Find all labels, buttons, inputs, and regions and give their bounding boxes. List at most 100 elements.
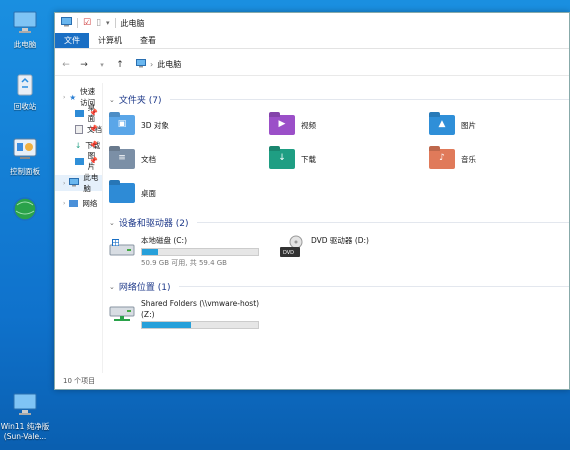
chevron-down-icon[interactable]: ▾ bbox=[106, 19, 110, 27]
monitor-icon bbox=[136, 59, 146, 70]
usage-bar bbox=[141, 248, 259, 256]
recycle-bin-icon bbox=[11, 70, 39, 98]
nav-item-desktop[interactable]: 桌面 📌 bbox=[55, 103, 102, 123]
desktop-label-line2: (Sun-Vale... bbox=[3, 432, 47, 441]
folder-videos[interactable]: ▶ 视频 bbox=[269, 112, 429, 138]
drive-c[interactable]: 本地磁盘 (C:) 50.9 GB 可用, 共 59.4 GB bbox=[109, 235, 269, 268]
folder-documents[interactable]: ≡ 文档 bbox=[109, 146, 269, 172]
desktop-icon-network[interactable] bbox=[0, 195, 50, 227]
group-title: 文件夹 (7) bbox=[118, 96, 162, 106]
group-title: 网络位置 (1) bbox=[118, 283, 171, 293]
picture-icon bbox=[75, 157, 84, 165]
forward-arrow-icon[interactable]: → bbox=[79, 60, 89, 70]
group-title: 设备和驱动器 (2) bbox=[118, 219, 189, 229]
folder-3d-objects[interactable]: ▣ 3D 对象 bbox=[109, 112, 269, 138]
folder-video-icon: ▶ bbox=[269, 115, 295, 135]
group-header-folders[interactable]: ⌄ 文件夹 (7) bbox=[109, 93, 569, 106]
page-icon[interactable]: ▯ bbox=[96, 18, 101, 28]
drive-letter: (Z:) bbox=[141, 310, 155, 319]
star-icon: ★ bbox=[69, 92, 77, 102]
chevron-right-icon: › bbox=[63, 93, 66, 101]
back-arrow-icon[interactable]: ← bbox=[61, 60, 71, 70]
chevron-down-icon: ⌄ bbox=[109, 218, 115, 227]
network-drive-icon bbox=[109, 299, 135, 323]
pin-icon: 📌 bbox=[89, 157, 98, 165]
network-globe-icon bbox=[11, 195, 39, 223]
folder-label: 音乐 bbox=[461, 154, 476, 164]
checkbox-icon[interactable]: ☑ bbox=[83, 18, 91, 28]
drive-info: Shared Folders (\\vmware-host) (Z:) bbox=[141, 299, 309, 329]
ribbon-tabs: 文件 计算机 查看 bbox=[55, 33, 569, 49]
folder-desktop[interactable]: 桌面 bbox=[109, 180, 269, 206]
tab-computer[interactable]: 计算机 bbox=[89, 33, 131, 48]
desktop-label: 控制面板 bbox=[10, 167, 40, 176]
network-location-z[interactable]: Shared Folders (\\vmware-host) (Z:) bbox=[109, 299, 309, 329]
folder-label: 3D 对象 bbox=[141, 120, 169, 130]
chevron-down-icon[interactable]: ▾ bbox=[97, 61, 107, 69]
usage-fill bbox=[142, 249, 159, 255]
drive-info: DVD 驱动器 (D:) bbox=[311, 235, 439, 248]
usage-bar bbox=[141, 321, 259, 329]
nav-label: 此电脑 bbox=[83, 173, 99, 193]
control-panel-icon bbox=[11, 135, 39, 163]
nav-item-documents[interactable]: 文档 📌 bbox=[55, 121, 102, 137]
desktop-folder-icon bbox=[75, 109, 84, 117]
main-pane: ⌄ 文件夹 (7) ▣ 3D 对象 ▶ 视频 ▲ 图片 ≡ 文档 ↓ 下载 ♪ … bbox=[103, 83, 569, 373]
separator bbox=[114, 18, 116, 28]
folder-downloads[interactable]: ↓ 下载 bbox=[269, 146, 429, 172]
nav-item-pictures[interactable]: 图片 📌 bbox=[55, 151, 102, 171]
separator bbox=[77, 18, 78, 28]
folder-glyph: ♪ bbox=[439, 153, 445, 163]
desktop-icon-recycle-bin[interactable]: 回收站 bbox=[0, 70, 50, 112]
desktop-label: Win11 纯净版 bbox=[0, 422, 50, 431]
folder-document-icon: ≡ bbox=[109, 149, 135, 169]
folders-grid: ▣ 3D 对象 ▶ 视频 ▲ 图片 ≡ 文档 ↓ 下载 ♪ 音乐 桌面 bbox=[109, 112, 569, 206]
chevron-down-icon: ⌄ bbox=[109, 282, 115, 291]
monitor-icon bbox=[11, 390, 39, 418]
drive-label: DVD 驱动器 (D:) bbox=[311, 236, 369, 245]
navigation-pane: › ★ 快速访问 桌面 📌 文档 📌 ↓ 下载 📌 图片 📌 › 此电脑 › 网… bbox=[55, 83, 103, 373]
chevron-down-icon: ⌄ bbox=[109, 95, 115, 104]
group-header-devices[interactable]: ⌄ 设备和驱动器 (2) bbox=[109, 216, 569, 229]
desktop-label: 回收站 bbox=[13, 102, 37, 111]
folder-glyph: ▲ bbox=[438, 119, 446, 129]
folder-glyph: ↓ bbox=[278, 153, 286, 163]
download-arrow-icon: ↓ bbox=[75, 140, 82, 150]
dvd-drive-icon: DVD bbox=[279, 235, 305, 259]
folder-desktop-icon bbox=[109, 183, 135, 203]
folder-label: 图片 bbox=[461, 120, 476, 130]
pin-icon: 📌 bbox=[89, 109, 98, 117]
nav-this-pc[interactable]: › 此电脑 bbox=[55, 173, 102, 193]
chevron-right-icon: › bbox=[150, 60, 154, 69]
folder-glyph: ≡ bbox=[118, 153, 126, 163]
hard-disk-icon bbox=[109, 235, 135, 259]
pin-icon: 📌 bbox=[89, 125, 98, 133]
desktop-icon-this-pc[interactable]: 此电脑 bbox=[0, 8, 50, 50]
folder-label: 下载 bbox=[301, 154, 316, 164]
usage-fill bbox=[142, 322, 191, 328]
nav-network[interactable]: › 网络 bbox=[55, 195, 102, 211]
drives-list: 本地磁盘 (C:) 50.9 GB 可用, 共 59.4 GB DVD DVD … bbox=[109, 235, 569, 268]
folder-glyph: ▣ bbox=[117, 119, 127, 129]
drive-label: Shared Folders (\\vmware-host) bbox=[141, 299, 260, 308]
desktop-icon-win11[interactable]: Win11 纯净版 (Sun-Vale... bbox=[0, 390, 50, 442]
group-header-network[interactable]: ⌄ 网络位置 (1) bbox=[109, 280, 569, 293]
folder-picture-icon: ▲ bbox=[429, 115, 455, 135]
folder-label: 视频 bbox=[301, 120, 316, 130]
divider bbox=[178, 286, 569, 287]
monitor-icon bbox=[61, 17, 72, 29]
network-icon bbox=[69, 199, 79, 207]
document-icon bbox=[75, 124, 83, 134]
window-title: 此电脑 bbox=[120, 18, 145, 28]
monitor-icon bbox=[11, 8, 39, 36]
content-area: › ★ 快速访问 桌面 📌 文档 📌 ↓ 下载 📌 图片 📌 › 此电脑 › 网… bbox=[55, 83, 569, 373]
folder-label: 文档 bbox=[141, 154, 156, 164]
folder-music[interactable]: ♪ 音乐 bbox=[429, 146, 569, 172]
tab-view[interactable]: 查看 bbox=[131, 33, 165, 48]
up-arrow-icon[interactable]: ↑ bbox=[115, 60, 125, 70]
address-field[interactable]: › 此电脑 bbox=[133, 57, 563, 72]
tab-file[interactable]: 文件 bbox=[55, 33, 89, 48]
desktop-icon-control-panel[interactable]: 控制面板 bbox=[0, 135, 50, 177]
drive-d[interactable]: DVD DVD 驱动器 (D:) bbox=[279, 235, 439, 268]
folder-pictures[interactable]: ▲ 图片 bbox=[429, 112, 569, 138]
